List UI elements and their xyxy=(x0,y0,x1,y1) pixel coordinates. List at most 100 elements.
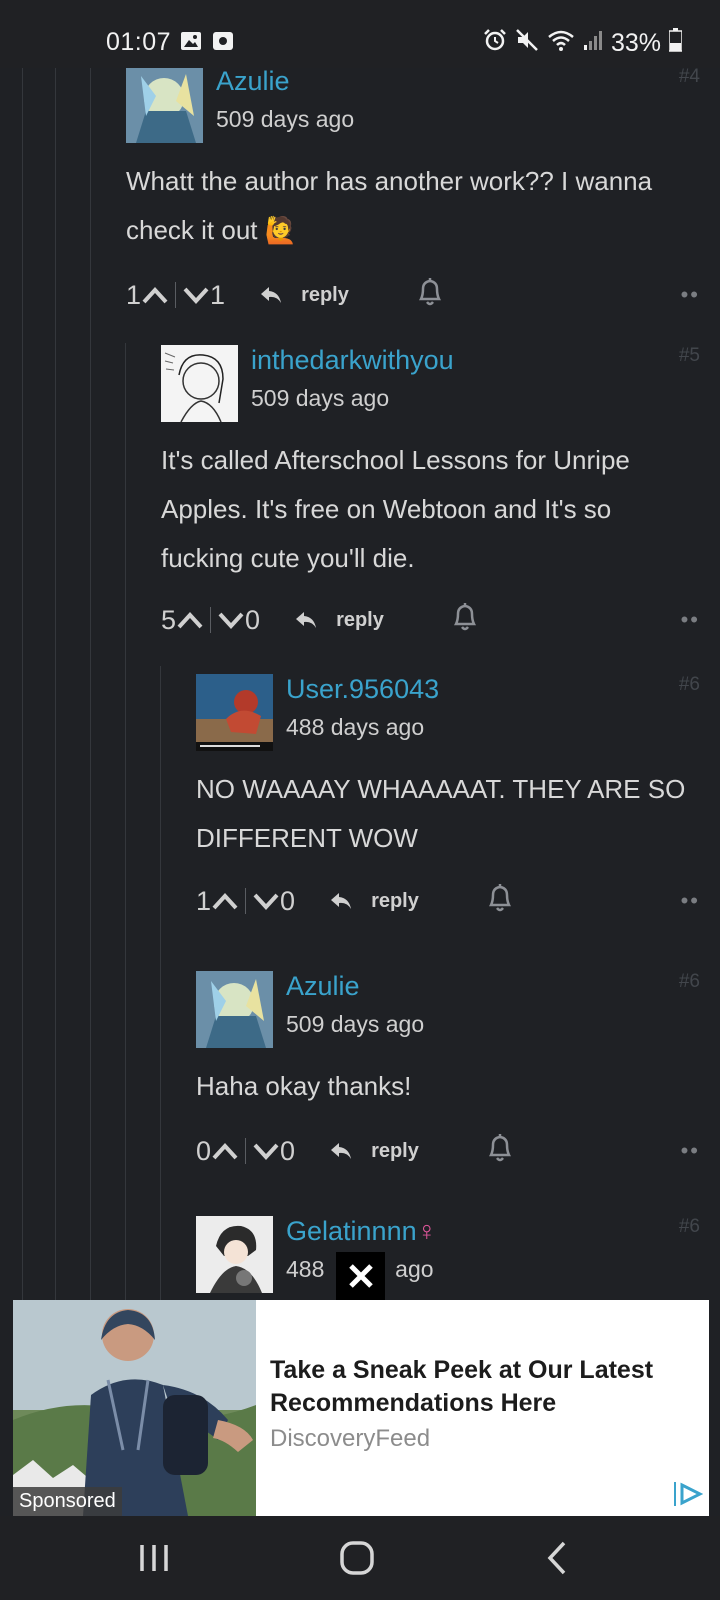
downvote-button[interactable]: 0 xyxy=(252,886,295,917)
reply-button[interactable]: reply xyxy=(294,609,384,632)
comment-number: #6 xyxy=(678,1216,700,1237)
username[interactable]: Gelatinnnn♀ xyxy=(286,1216,437,1247)
wifi-icon xyxy=(547,28,575,59)
comment-thread[interactable]: Azulie 509 days ago #4 Whatt the author … xyxy=(0,68,720,1300)
bell-icon[interactable] xyxy=(417,277,443,314)
comment-text: Haha okay thanks! xyxy=(196,1071,412,1101)
more-icon[interactable]: •• xyxy=(681,888,700,914)
upvote-count: 5 xyxy=(161,604,177,635)
avatar[interactable] xyxy=(196,971,273,1048)
username[interactable]: Azulie xyxy=(286,971,360,1002)
comment-text: NO WAAAAY WHAAAAAT. THEY ARE SO DIFFEREN… xyxy=(196,774,686,853)
more-icon[interactable]: •• xyxy=(681,1138,700,1164)
reply-button[interactable]: reply xyxy=(329,1140,419,1163)
mute-icon xyxy=(515,28,539,59)
upvote-button[interactable]: 0 xyxy=(196,1136,239,1167)
comment: inthedarkwithyou 509 days ago #5 It's ca… xyxy=(161,345,700,665)
timestamp-suffix: ago xyxy=(395,1256,434,1282)
comment-text: It's called Afterschool Lessons for Unri… xyxy=(161,445,630,573)
reply-icon xyxy=(331,1143,352,1159)
alarm-icon xyxy=(483,28,507,59)
vote-divider xyxy=(210,607,212,633)
avatar[interactable] xyxy=(196,674,273,751)
downvote-button[interactable]: 1 xyxy=(182,280,225,311)
downvote-icon xyxy=(183,287,209,304)
downvote-icon xyxy=(218,612,244,629)
downvote-button[interactable]: 0 xyxy=(217,605,260,636)
reply-icon xyxy=(296,612,317,628)
upvote-icon xyxy=(212,1143,238,1160)
upvote-count: 1 xyxy=(126,279,142,310)
more-icon[interactable]: •• xyxy=(681,607,700,633)
close-icon xyxy=(348,1264,373,1288)
username[interactable]: User.956043 xyxy=(286,674,439,705)
battery-percent: 33% xyxy=(610,29,661,57)
downvote-button[interactable]: 0 xyxy=(252,1136,295,1167)
downvote-count: 1 xyxy=(210,279,226,310)
timestamp: 509 days ago xyxy=(216,106,355,132)
thread-line xyxy=(125,343,126,1300)
reply-label: reply xyxy=(336,608,384,631)
thread-line xyxy=(22,68,23,1300)
reply-label: reply xyxy=(371,1139,419,1162)
bell-icon[interactable] xyxy=(487,1133,513,1170)
recent-apps-icon[interactable] xyxy=(138,1542,170,1579)
ad-title[interactable]: Take a Sneak Peek at Our Latest Recommen… xyxy=(270,1354,690,1420)
home-icon[interactable] xyxy=(339,1540,375,1581)
upvote-button[interactable]: 1 xyxy=(126,280,169,311)
thread-line xyxy=(55,68,56,1300)
comment-actions: 1 1 reply •• xyxy=(126,275,700,315)
back-icon[interactable] xyxy=(544,1540,572,1581)
thread-line xyxy=(160,666,161,1300)
timestamp: 509 days ago xyxy=(286,1011,425,1037)
comment-number: #6 xyxy=(678,971,700,992)
upvote-button[interactable]: 1 xyxy=(196,886,239,917)
image-icon xyxy=(180,30,202,59)
ad-close-button[interactable] xyxy=(336,1252,385,1300)
comment: Azulie 509 days ago #4 Whatt the author … xyxy=(126,68,700,336)
bell-icon[interactable] xyxy=(452,602,478,639)
reply-button[interactable]: reply xyxy=(259,284,349,307)
timestamp-prefix: 488 xyxy=(286,1256,325,1282)
avatar[interactable] xyxy=(126,68,203,143)
status-bar: 01:07 33% xyxy=(0,0,720,68)
bell-icon[interactable] xyxy=(487,883,513,920)
more-icon[interactable]: •• xyxy=(681,282,700,308)
comment: User.956043 488 days ago #6 NO WAAAAY WH… xyxy=(196,674,700,944)
upvote-button[interactable]: 5 xyxy=(161,605,204,636)
username-text: Gelatinnnn xyxy=(286,1216,417,1246)
ad-banner[interactable]: Sponsored Take a Sneak Peek at Our Lates… xyxy=(13,1300,709,1516)
username[interactable]: Azulie xyxy=(216,68,290,97)
downvote-icon xyxy=(253,893,279,910)
screenshot-icon xyxy=(212,30,234,59)
avatar[interactable] xyxy=(161,345,238,422)
reply-icon xyxy=(261,287,282,303)
upvote-count: 0 xyxy=(196,1135,212,1166)
avatar[interactable] xyxy=(196,1216,273,1293)
upvote-icon xyxy=(177,612,203,629)
thread-line xyxy=(90,68,91,1300)
username[interactable]: inthedarkwithyou xyxy=(251,345,454,376)
reply-button[interactable]: reply xyxy=(329,890,419,913)
signal-icon xyxy=(583,29,603,58)
upvote-count: 1 xyxy=(196,885,212,916)
upvote-icon xyxy=(212,893,238,910)
comment: Gelatinnnn♀ 488 ago #6 xyxy=(196,1216,700,1300)
comment-actions: 1 0 reply •• xyxy=(196,881,700,921)
comment-number: #5 xyxy=(678,345,700,366)
sponsored-label: Sponsored xyxy=(13,1487,122,1516)
downvote-count: 0 xyxy=(280,885,296,916)
ad-source: DiscoveryFeed xyxy=(270,1425,431,1452)
adchoices-icon[interactable] xyxy=(673,1481,704,1512)
reply-icon xyxy=(331,893,352,909)
vote-divider xyxy=(245,888,247,914)
timestamp: 488 days ago xyxy=(286,714,425,740)
comment-text: Whatt the author has another work?? I wa… xyxy=(126,166,653,245)
battery-icon xyxy=(668,28,683,59)
reply-label: reply xyxy=(371,889,419,912)
comment: Azulie 509 days ago #6 Haha okay thanks!… xyxy=(196,971,700,1201)
ad-image[interactable]: Sponsored xyxy=(13,1300,256,1516)
downvote-icon xyxy=(253,1143,279,1160)
navigation-bar xyxy=(0,1516,720,1600)
comment-number: #6 xyxy=(678,674,700,695)
